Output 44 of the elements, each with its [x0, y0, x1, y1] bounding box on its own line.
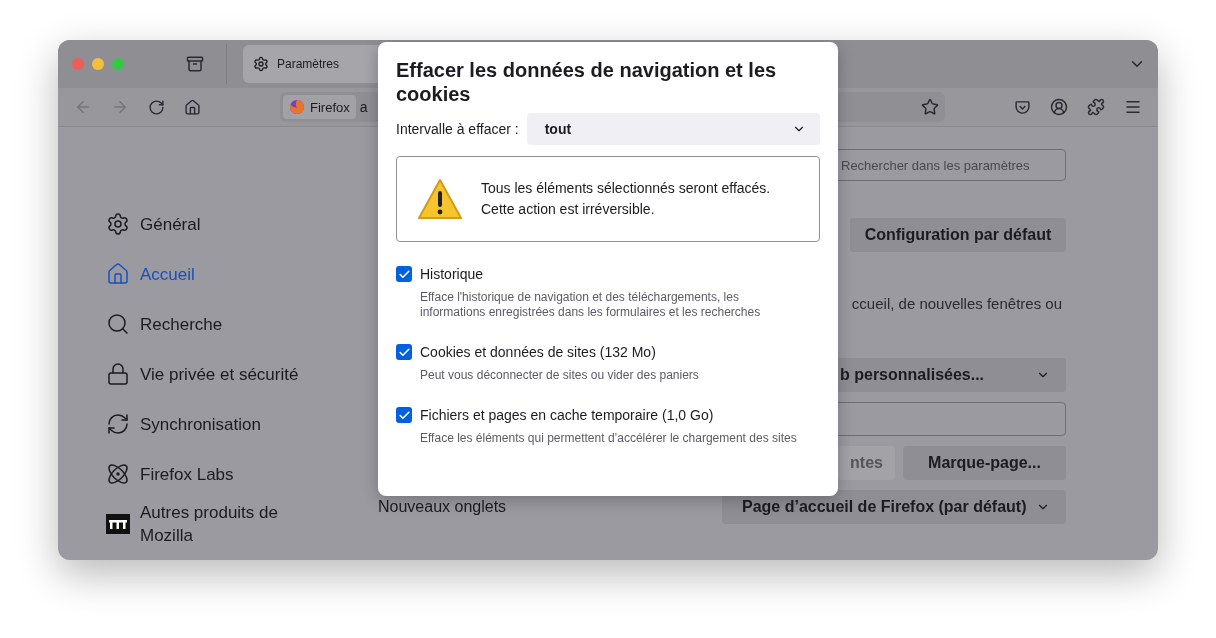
checkbox[interactable]	[396, 344, 412, 360]
puzzle-icon[interactable]	[1087, 98, 1105, 116]
warning-text: Tous les éléments sélectionnés seront effacés.	[481, 179, 771, 198]
option-description: Efface les éléments qui permettent d’accélérer le chargement des sites	[420, 431, 798, 446]
warning-text: Cette action est irréversible.	[481, 200, 656, 219]
option-label: Cookies et données de sites (132 Mo)	[420, 344, 656, 360]
sidebar-item[interactable]: Synchronisation	[106, 399, 360, 449]
new-tabs-select[interactable]: Page d’accueil de Firefox (par défaut)	[722, 490, 1066, 524]
url-text: a	[359, 99, 368, 115]
gear-icon	[253, 56, 269, 72]
new-tabs-label: Nouveaux onglets	[378, 498, 507, 516]
option-label: Historique	[420, 266, 484, 282]
sidebar-item[interactable]: Vie privée et sécurité	[106, 349, 360, 399]
checkbox[interactable]	[396, 266, 412, 282]
home-icon	[106, 262, 130, 286]
sidebar-item[interactable]: Recherche	[106, 299, 360, 349]
sidebar-item[interactable]: Général	[106, 199, 360, 249]
firefox-logo-icon	[289, 99, 305, 115]
warning-icon	[417, 178, 463, 220]
atom-icon	[106, 462, 130, 486]
star-icon[interactable]	[921, 98, 939, 116]
checkbox[interactable]	[396, 407, 412, 423]
lock-icon	[106, 362, 130, 386]
range-label: Intervalle à effacer :	[396, 121, 519, 137]
sidebar-item[interactable]: Autres produits de Mozilla	[106, 499, 360, 549]
reload-icon[interactable]	[148, 98, 165, 116]
sync-icon	[106, 412, 130, 436]
account-icon[interactable]	[1050, 98, 1068, 116]
sidebar-item[interactable]: Firefox Labs	[106, 449, 360, 499]
menu-icon[interactable]	[1124, 98, 1142, 116]
option-label: Fichiers et pages en cache temporaire (1,0 Go)	[420, 407, 714, 423]
home-icon[interactable]	[184, 98, 201, 116]
option-description: Efface l'historique de navigation et des téléchargements, les informations enregistrées dans les formulaires et les recherches	[420, 290, 762, 320]
page-button[interactable]: Marque-page...	[903, 446, 1066, 480]
description-text: ccueil, de nouvelles fenêtres ou	[851, 295, 1062, 312]
settings-icon	[106, 212, 130, 236]
restore-defaults-button[interactable]: Configuration par défaut	[850, 218, 1066, 252]
identity-chip[interactable]: Firefox	[283, 95, 356, 119]
range-select[interactable]: tout	[526, 113, 820, 145]
pocket-icon[interactable]	[1014, 98, 1031, 116]
option-description: Peut vous déconnecter de sites ou vider des paniers	[420, 368, 700, 383]
search-icon	[106, 312, 130, 336]
mozilla-logo-icon	[106, 512, 130, 536]
archive-icon[interactable]	[186, 55, 204, 73]
